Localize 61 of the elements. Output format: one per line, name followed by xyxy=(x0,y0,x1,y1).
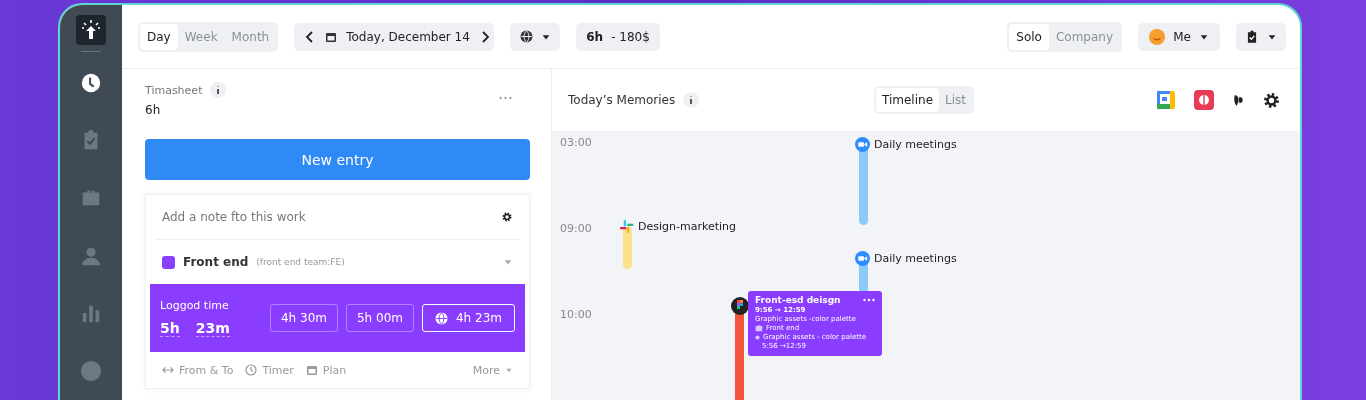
settings-icon[interactable] xyxy=(501,211,513,223)
caret-icon xyxy=(505,366,513,374)
calendar-app-icon[interactable] xyxy=(1156,90,1176,110)
settings-icon[interactable] xyxy=(1263,91,1280,109)
globe-icon xyxy=(435,311,448,325)
project-name: Front end xyxy=(183,255,249,269)
more-icon[interactable] xyxy=(499,96,512,100)
briefcase-icon xyxy=(755,324,763,332)
time-preset-button[interactable]: 5h 00m xyxy=(345,304,414,332)
time-preset-button[interactable]: 4h 30m xyxy=(269,304,338,332)
panel-title: Today’s Memories xyxy=(568,93,676,107)
view-tab[interactable]: Month xyxy=(224,23,277,50)
entry-mode-tab[interactable]: Timer xyxy=(245,363,294,377)
hash-app-icon xyxy=(619,219,634,234)
globe-dropdown[interactable] xyxy=(510,22,561,51)
total-hours: 6h xyxy=(145,103,162,117)
calendar-icon xyxy=(325,30,338,43)
view-tab[interactable]: Week xyxy=(177,23,225,50)
project-detail: (front end team:FE) xyxy=(256,257,345,267)
info-icon xyxy=(683,92,700,108)
tasks-dropdown[interactable] xyxy=(1236,22,1286,51)
more-dropdown[interactable]: More xyxy=(472,363,513,377)
video-camera-icon xyxy=(855,137,870,152)
design-app-icon xyxy=(731,297,749,315)
hour-label: 09:00 xyxy=(560,222,592,236)
hour-label: 03:00 xyxy=(560,136,592,150)
hours-summary: 6h - 180$ xyxy=(576,22,660,51)
view-tab[interactable]: List xyxy=(939,88,972,112)
more-icon[interactable] xyxy=(863,298,875,302)
hours-field[interactable]: 5h xyxy=(160,320,180,337)
clock-icon[interactable] xyxy=(80,71,102,94)
logged-time-label: Loggod time xyxy=(160,299,230,312)
time-preset-button[interactable]: 4h 23m xyxy=(422,304,515,332)
event-title: Front-esd deisgn xyxy=(755,295,841,305)
scope-tab[interactable]: Company xyxy=(1048,23,1120,50)
view-tab[interactable]: Timeline xyxy=(876,88,939,112)
double-arrow-icon xyxy=(162,364,174,376)
panel-title: Timasheet xyxy=(145,83,203,97)
entry-mode-tab[interactable]: From & To xyxy=(162,363,234,377)
globe-icon xyxy=(519,30,533,43)
event-title: Daily meetings xyxy=(874,252,957,265)
minutes-field[interactable]: 23m xyxy=(195,320,230,337)
calendar-icon xyxy=(305,364,318,376)
info-icon xyxy=(210,82,227,98)
event-title: Design-marketing xyxy=(638,220,736,233)
clipboard-check-icon xyxy=(1245,29,1259,44)
logo-icon[interactable] xyxy=(76,15,106,45)
dot-icon xyxy=(755,334,760,340)
new-entry-button[interactable]: New entry xyxy=(145,139,530,180)
scope-tab[interactable]: Solo xyxy=(1009,23,1049,50)
video-camera-icon xyxy=(855,251,870,266)
event-title: Daily meetings xyxy=(874,138,957,151)
caret-icon xyxy=(503,257,513,267)
view-tab[interactable]: Day xyxy=(140,23,178,50)
smiley-avatar-icon xyxy=(1149,28,1166,45)
project-select[interactable]: Front end (front end team:FE) xyxy=(150,240,525,284)
user-dropdown[interactable]: Me xyxy=(1138,22,1220,51)
clock-icon xyxy=(245,364,258,376)
entry-mode-tab[interactable]: Plan xyxy=(305,363,347,377)
date-label: Today, December 14 xyxy=(346,29,470,44)
hour-label: 10:00 xyxy=(560,308,592,322)
